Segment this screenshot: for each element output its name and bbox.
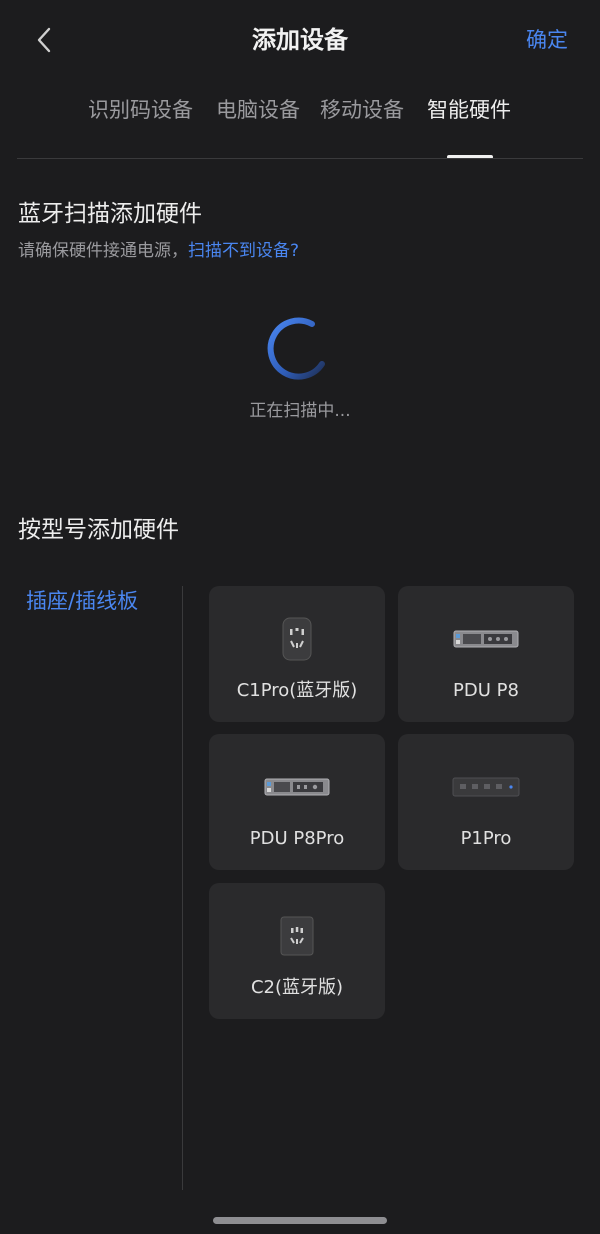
confirm-button[interactable]: 确定 [526,24,568,56]
c2-socket-icon [280,916,314,956]
category-socket-strip[interactable]: 插座/插线板 [26,586,138,616]
device-label: P1Pro [460,828,512,849]
category-divider [182,586,183,1190]
pdu-p8-icon [453,630,519,648]
device-card-p1pro[interactable]: P1Pro [398,734,574,870]
bluetooth-hint: 请确保硬件接通电源，扫描不到设备? [18,238,299,264]
header: 添加设备 确定 [0,0,600,82]
p1pro-strip-icon [452,777,520,797]
device-card-c2[interactable]: C2(蓝牙版) [209,883,385,1019]
cannot-find-device-link[interactable]: 扫描不到设备? [188,241,299,261]
loading-spinner-icon [267,317,325,380]
scan-status-text: 正在扫描中... [249,401,351,421]
device-label: PDU P8 [453,680,519,701]
bluetooth-section-title: 蓝牙扫描添加硬件 [18,201,202,227]
tab-divider [17,158,583,159]
home-indicator[interactable] [213,1217,387,1224]
device-label: C2(蓝牙版) [250,977,344,998]
device-label: C1Pro(蓝牙版) [236,680,358,701]
c1pro-socket-icon [282,617,312,661]
page-title: 添加设备 [252,26,348,54]
pdu-p8pro-icon [264,778,330,796]
tab-smart-hardware[interactable]: 智能硬件 [427,90,511,130]
tab-bar: 识别码设备 电脑设备 移动设备 智能硬件 [0,90,600,130]
device-card-pdu-p8pro[interactable]: PDU P8Pro [209,734,385,870]
tab-code-device[interactable]: 识别码设备 [88,90,193,130]
tab-computer-device[interactable]: 电脑设备 [216,90,300,130]
by-model-section-title: 按型号添加硬件 [18,517,179,543]
tab-mobile-device[interactable]: 移动设备 [320,90,404,130]
device-label: PDU P8Pro [249,828,345,849]
device-card-pdu-p8[interactable]: PDU P8 [398,586,574,722]
device-card-c1pro[interactable]: C1Pro(蓝牙版) [209,586,385,722]
bluetooth-hint-text: 请确保硬件接通电源， [18,241,188,261]
